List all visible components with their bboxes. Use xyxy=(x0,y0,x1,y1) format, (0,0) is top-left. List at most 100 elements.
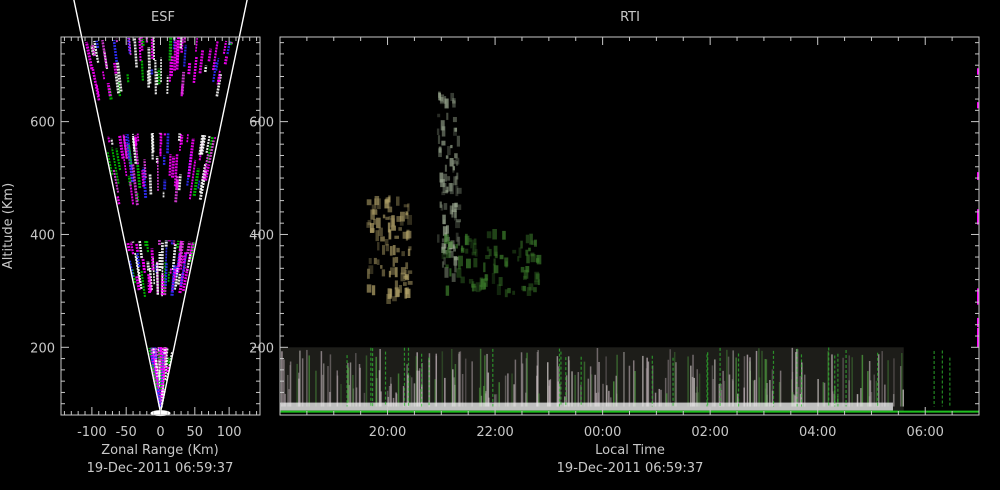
rti-plume-column xyxy=(442,226,448,236)
esf-echo-streak xyxy=(186,133,189,143)
rti-plume-column xyxy=(440,204,444,211)
rti-plume-column xyxy=(444,267,449,278)
rti-plume-arm xyxy=(449,268,452,277)
rti-plume-arm xyxy=(471,283,476,288)
rti-plume-left xyxy=(398,285,402,293)
rti-plume-column xyxy=(452,100,456,104)
rti-plume-left xyxy=(380,236,385,242)
rti-plume-column xyxy=(452,203,457,212)
esf-echo-streak xyxy=(155,262,160,295)
rti-plume-left xyxy=(407,214,413,225)
rti-plume-arm xyxy=(520,285,526,291)
rti-plume-left xyxy=(378,227,383,237)
rti-plume-arm xyxy=(535,273,540,280)
rti-plume-arm xyxy=(534,280,539,285)
rti-plume-arm xyxy=(460,247,465,253)
rti-plume-arm xyxy=(505,261,508,268)
esf-echo-streak xyxy=(102,71,106,80)
rti-plume-arm xyxy=(504,289,508,298)
rti-plume-left xyxy=(400,267,406,275)
rti-plume-left xyxy=(376,217,381,229)
rti-plume-arm xyxy=(443,234,449,244)
rti-plume-column xyxy=(452,163,455,173)
rti-plume-left xyxy=(389,246,393,256)
rti-plume-left xyxy=(394,267,398,278)
esf-echo-streak xyxy=(175,180,179,189)
rti-plume-column xyxy=(444,164,447,172)
rti-plume-left xyxy=(366,284,372,293)
rti-plume-arm xyxy=(458,265,461,270)
rti-plume-arm xyxy=(512,290,516,295)
rti-plume-left xyxy=(380,265,383,269)
rti-plume-left xyxy=(401,251,405,257)
rti-plume-left xyxy=(407,248,411,257)
rti-plume-left xyxy=(399,215,404,226)
figure: ESF -100 -50 0 50 100 200 400 600 Zonal Range … xyxy=(1,0,980,476)
rti-plume-column xyxy=(442,214,446,225)
rti-plume-left xyxy=(403,282,407,286)
rti-plume-arm xyxy=(473,258,478,268)
rti-plume-arm xyxy=(531,240,537,246)
rti-plume-arm xyxy=(486,231,492,239)
rti-plume-column xyxy=(443,203,448,210)
esf-echo-streak xyxy=(126,241,131,252)
rti-y-tick-label: 600 xyxy=(249,116,274,131)
rti-plume-column xyxy=(452,116,457,123)
rti-x-tick-label: 02:00 xyxy=(691,425,728,440)
rti-plume-column xyxy=(449,183,454,195)
rti-x-tick-label: 20:00 xyxy=(369,425,406,440)
rti-timestamp: 19-Dec-2011 06:59:37 xyxy=(557,461,704,476)
rti-plume-column xyxy=(440,120,445,131)
rti-plume-arm xyxy=(498,277,503,287)
rti-plume-left xyxy=(398,227,402,231)
rti-plume-arm xyxy=(520,240,523,249)
rti-plume-left xyxy=(371,285,376,296)
esf-echo-streak xyxy=(183,44,187,67)
rti-plume-column xyxy=(447,176,451,181)
rti-plume-arm xyxy=(491,272,496,284)
rti-plume-arm xyxy=(507,287,511,294)
rti-x-tick-label: 22:00 xyxy=(476,425,513,440)
esf-echo-streak xyxy=(176,240,180,249)
esf-x-label: Zonal Range (Km) xyxy=(101,443,218,458)
rti-plume-arm xyxy=(520,266,525,273)
rti-plume-left xyxy=(405,211,409,216)
esf-echo-streak xyxy=(178,240,183,251)
rti-plume-column xyxy=(436,128,440,135)
rti-plume-left xyxy=(388,229,392,240)
rti-plume-left xyxy=(377,198,381,210)
rti-plume-arm xyxy=(492,263,496,274)
rti-plume-column xyxy=(456,135,461,147)
rti-plume-left xyxy=(367,219,372,226)
rti-plume-arm xyxy=(493,245,498,256)
rti-plume-arm xyxy=(468,237,472,242)
rti-plume-column xyxy=(450,144,453,149)
rti-plume-arm xyxy=(535,258,540,263)
esf-echo-streak xyxy=(168,153,172,176)
rti-plume-arm xyxy=(446,247,450,251)
esf-echo-streak xyxy=(150,248,155,271)
esf-echo-streak xyxy=(135,243,139,253)
rti-plume-left xyxy=(366,268,370,279)
esf-timestamp: 19-Dec-2011 06:59:37 xyxy=(87,461,234,476)
esf-title: ESF xyxy=(151,10,175,25)
rti-plume-arm xyxy=(483,262,486,273)
rti-plume-arm xyxy=(441,249,446,260)
rti-plume-left xyxy=(381,269,386,277)
esf-y-tick-label: 600 xyxy=(30,116,55,131)
rti-plume-column xyxy=(437,234,440,243)
rti-plume-arm xyxy=(486,246,490,252)
rti-plume-column xyxy=(438,148,442,158)
esf-y-tick-label: 400 xyxy=(30,228,55,243)
rti-plume-column xyxy=(439,172,444,183)
rti-x-tick-label: 06:00 xyxy=(906,425,943,440)
rti-plume-arm xyxy=(502,230,506,240)
rti-plume-left xyxy=(377,242,380,251)
rti-plume-left xyxy=(375,230,380,242)
esf-echo-streak xyxy=(223,56,229,65)
esf-x-tick-label: 50 xyxy=(187,425,204,440)
rti-plume-arm xyxy=(484,274,487,282)
rti-x-tick-label: 00:00 xyxy=(584,425,621,440)
rti-plume-left xyxy=(384,199,389,209)
rti-plume-column xyxy=(440,94,445,103)
